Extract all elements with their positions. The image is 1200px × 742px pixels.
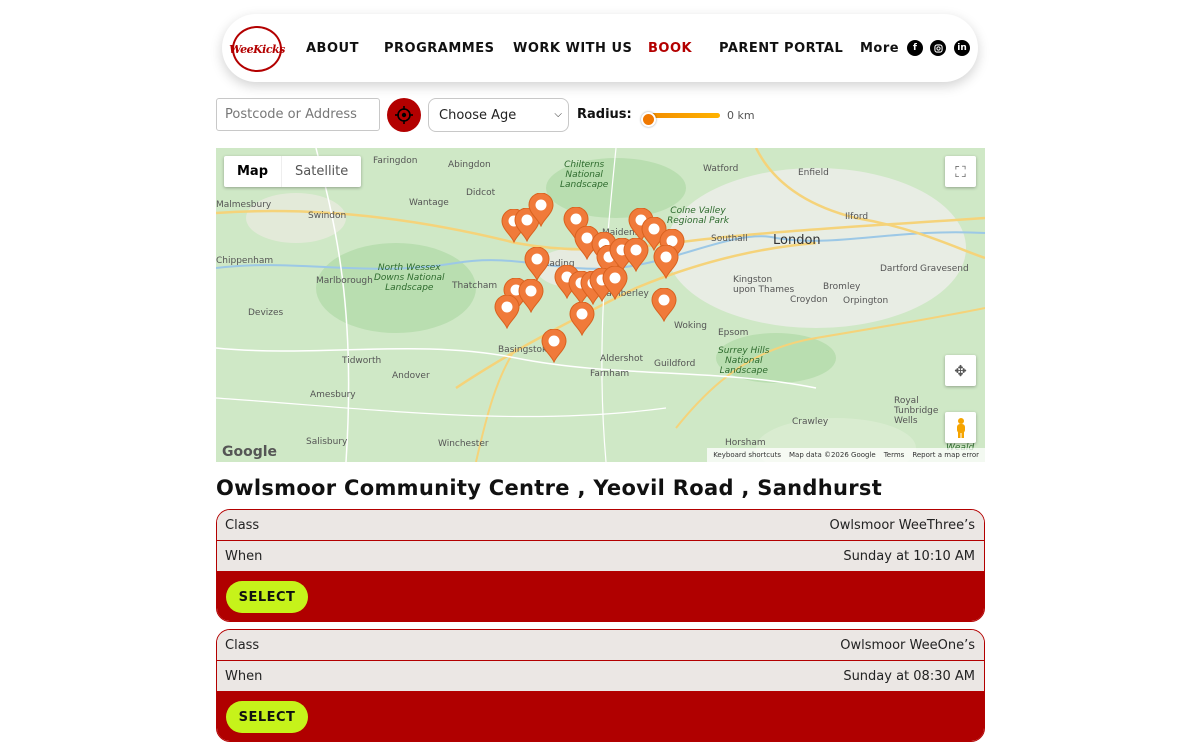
nav-parent-portal[interactable]: PARENT PORTAL <box>719 41 843 56</box>
google-logo: Google <box>222 444 278 460</box>
pegman-icon[interactable] <box>945 412 976 443</box>
venue-pin-icon[interactable] <box>569 301 595 337</box>
venue-pin-icon[interactable] <box>653 244 679 280</box>
venue-title: Owlsmoor Community Centre , Yeovil Road … <box>216 476 883 500</box>
facebook-icon[interactable]: f <box>907 40 923 56</box>
venue-pin-icon[interactable] <box>528 192 554 228</box>
venue-pin-icon[interactable] <box>524 246 550 282</box>
venue-pin-icon[interactable] <box>651 287 677 323</box>
when-value: Sunday at 10:10 AM <box>843 548 975 564</box>
map-data-text: Map data ©2026 Google <box>788 451 876 459</box>
radius-label: Radius: <box>577 107 632 122</box>
session-card-footer: SELECT <box>217 572 984 621</box>
fullscreen-icon[interactable]: ⛶ <box>945 156 976 187</box>
locate-me-button[interactable] <box>387 98 421 132</box>
class-row: Class Owlsmoor WeeOne’s <box>217 630 984 661</box>
select-button[interactable]: SELECT <box>226 701 308 733</box>
class-value: Owlsmoor WeeOne’s <box>840 637 975 653</box>
instagram-icon[interactable] <box>930 40 946 56</box>
radius-slider-thumb[interactable] <box>641 112 656 127</box>
class-label: Class <box>225 637 260 653</box>
session-card: Class Owlsmoor WeeOne’s When Sunday at 0… <box>216 629 985 742</box>
map-type-satellite[interactable]: Satellite <box>282 156 361 187</box>
when-value: Sunday at 08:30 AM <box>843 668 975 684</box>
when-row: When Sunday at 08:30 AM <box>217 661 984 692</box>
class-value: Owlsmoor WeeThree’s <box>829 517 975 533</box>
nav-programmes[interactable]: PROGRAMMES <box>384 41 494 56</box>
class-label: Class <box>225 517 260 533</box>
chevron-down-icon: ⌵ <box>554 109 562 120</box>
age-select[interactable]: Choose Age ⌵ <box>428 98 569 132</box>
class-row: Class Owlsmoor WeeThree’s <box>217 510 984 541</box>
when-row: When Sunday at 10:10 AM <box>217 541 984 572</box>
venue-pin-icon[interactable] <box>541 328 567 364</box>
nav-about[interactable]: ABOUT <box>306 41 359 56</box>
site-logo[interactable]: WeeKicks <box>229 26 285 72</box>
nav-work-with-us[interactable]: WORK WITH US <box>513 41 632 56</box>
keyboard-shortcuts-link[interactable]: Keyboard shortcuts <box>713 451 781 462</box>
crosshair-icon <box>395 106 413 124</box>
postcode-input[interactable] <box>216 98 380 131</box>
linkedin-icon[interactable]: in <box>954 40 970 56</box>
radius-value: 0 km <box>727 109 755 122</box>
site-header: WeeKicks ABOUT PROGRAMMES WORK WITH US B… <box>222 14 978 82</box>
venue-pin-icon[interactable] <box>518 278 544 314</box>
session-card: Class Owlsmoor WeeThree’s When Sunday at… <box>216 509 985 622</box>
camera-control-icon[interactable]: ✥ <box>945 355 976 386</box>
terms-link[interactable]: Terms <box>884 451 905 462</box>
map-type-map[interactable]: Map <box>224 156 283 187</box>
venue-pin-icon[interactable] <box>494 294 520 330</box>
session-card-footer: SELECT <box>217 692 984 741</box>
venue-pin-icon[interactable] <box>602 265 628 301</box>
map-type-toggle: Map Satellite <box>224 156 362 187</box>
when-label: When <box>225 668 263 684</box>
radius-slider-track[interactable] <box>648 113 720 118</box>
map-attribution: Keyboard shortcuts Map data ©2026 Google… <box>707 448 985 462</box>
report-map-error-link[interactable]: Report a map error <box>912 451 979 462</box>
venue-map[interactable]: Faringdon Abingdon Didcot Wantage Malmes… <box>216 148 985 462</box>
select-button[interactable]: SELECT <box>226 581 308 613</box>
when-label: When <box>225 548 263 564</box>
nav-more[interactable]: More <box>860 41 899 56</box>
nav-book[interactable]: BOOK <box>648 41 692 56</box>
